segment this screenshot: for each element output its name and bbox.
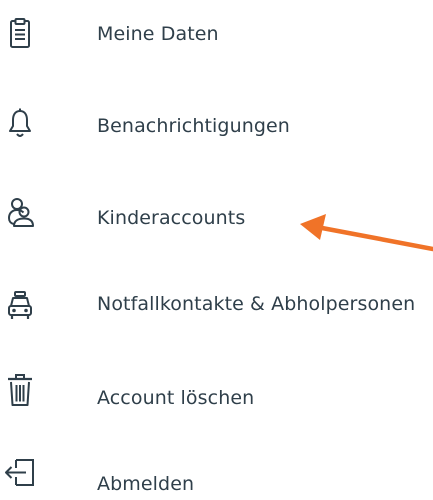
menu-item-meine-daten[interactable]: Meine Daten	[0, 4, 433, 64]
car-icon	[2, 288, 38, 324]
menu-item-notfallkontakte[interactable]: Notfallkontakte & Abholpersonen	[0, 282, 433, 342]
menu-item-abmelden[interactable]: Abmelden	[0, 448, 433, 500]
menu-item-benachrichtigungen[interactable]: Benachrichtigungen	[0, 96, 433, 156]
settings-menu: Meine Daten Benachrichtigungen Kinderacc…	[0, 0, 433, 500]
clipboard-icon	[2, 16, 38, 52]
menu-item-account-loeschen[interactable]: Account löschen	[0, 368, 433, 428]
users-icon	[2, 194, 38, 230]
menu-item-label: Account löschen	[97, 387, 255, 409]
menu-item-label: Abmelden	[97, 473, 195, 495]
menu-item-kinderaccounts[interactable]: Kinderaccounts	[0, 188, 433, 248]
logout-icon	[2, 456, 38, 492]
trash-icon	[2, 372, 38, 408]
menu-item-label: Benachrichtigungen	[97, 115, 290, 137]
menu-item-label: Notfallkontakte & Abholpersonen	[97, 293, 416, 315]
menu-item-label: Kinderaccounts	[97, 207, 246, 229]
bell-icon	[2, 106, 38, 142]
menu-item-label: Meine Daten	[97, 23, 219, 45]
